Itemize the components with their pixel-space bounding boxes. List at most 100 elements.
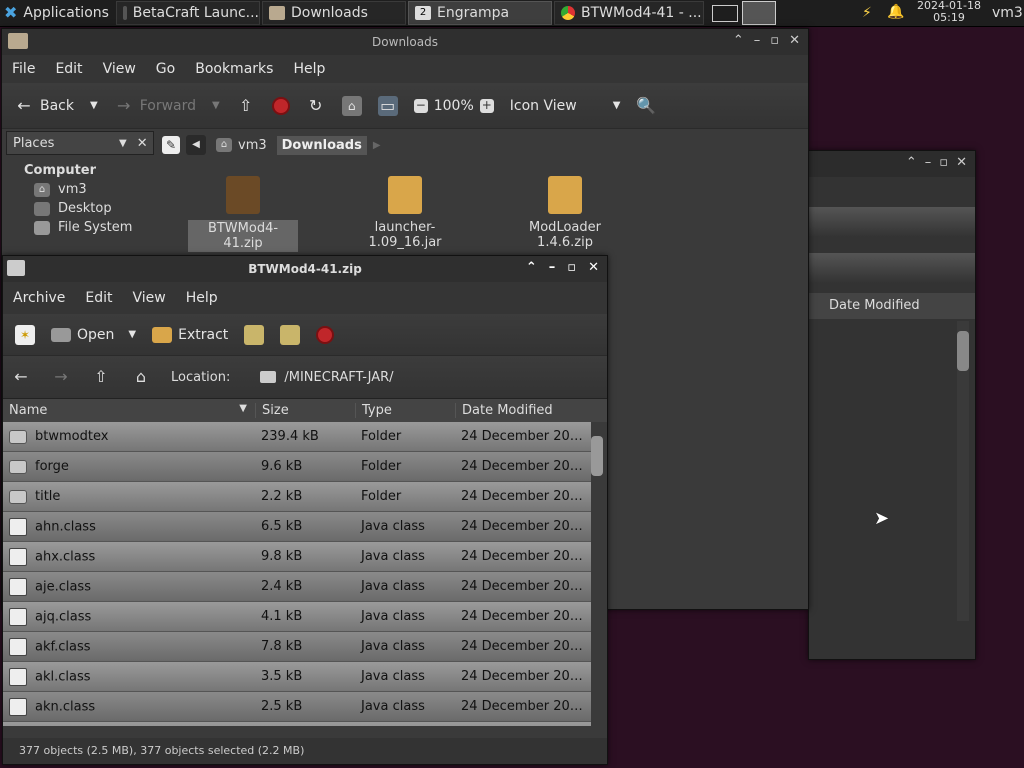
- row-date: 24 December 2012...: [461, 459, 591, 474]
- menu-view[interactable]: View: [123, 290, 176, 306]
- folder-icon: [9, 429, 27, 444]
- close-icon[interactable]: ✕: [956, 155, 967, 170]
- table-row[interactable]: akf.class 7.8 kB Java class 24 December 201…: [3, 632, 591, 662]
- task-engrampa[interactable]: 2 Engrampa: [408, 1, 552, 25]
- breadcrumb-vm3[interactable]: ⌂ vm3: [212, 138, 271, 153]
- forward-arrow-icon[interactable]: →: [51, 367, 71, 387]
- sidebar-item-vm3[interactable]: ⌂ vm3: [6, 178, 154, 197]
- workspace-1[interactable]: [712, 5, 738, 22]
- row-type: Java class: [361, 579, 425, 594]
- applications-menu[interactable]: ✖ Applications: [4, 3, 109, 22]
- menu-bookmarks[interactable]: Bookmarks: [185, 61, 283, 77]
- clock[interactable]: 2024-01-18 05:19: [916, 0, 982, 24]
- file-item[interactable]: launcher-1.09_16.jar: [340, 176, 470, 250]
- chevron-down-icon[interactable]: ▼: [212, 100, 220, 111]
- minimize-icon[interactable]: –: [549, 260, 556, 275]
- zoom-in-icon[interactable]: +: [479, 98, 494, 113]
- breadcrumb-left-arrow[interactable]: ◀: [186, 135, 206, 155]
- table-row[interactable]: ajq.class 4.1 kB Java class 24 December 201…: [3, 602, 591, 632]
- open-button[interactable]: Open ▼: [43, 327, 144, 343]
- column-name[interactable]: Name ▼: [3, 403, 255, 418]
- maximize-icon[interactable]: ▫: [770, 33, 779, 48]
- computer-button[interactable]: ▭: [370, 95, 406, 116]
- user-label[interactable]: vm3: [992, 5, 1023, 21]
- notification-bell-icon[interactable]: 🔔: [887, 4, 904, 20]
- menu-archive[interactable]: Archive: [3, 290, 75, 306]
- workspace-2[interactable]: [742, 1, 776, 25]
- minimize-icon[interactable]: –: [925, 155, 932, 170]
- file-item[interactable]: ModLoader 1.4.6.zip: [500, 176, 630, 250]
- chevron-down-icon[interactable]: ▼: [90, 100, 98, 111]
- table-row[interactable]: akl.class 3.5 kB Java class 24 December 201…: [3, 662, 591, 692]
- minimize-icon[interactable]: –: [754, 33, 761, 48]
- zoom-control[interactable]: − 100% +: [406, 98, 502, 114]
- task-browser[interactable]: BTWMod4-41 - ...: [554, 1, 704, 25]
- home-button[interactable]: ⌂: [334, 95, 370, 116]
- table-row[interactable]: akn.class 2.5 kB Java class 24 December 201…: [3, 692, 591, 722]
- table-row[interactable]: forge 9.6 kB Folder 24 December 2012...: [3, 452, 591, 482]
- table-row[interactable]: aku.class5.7 kBJava class24 December 201…: [3, 722, 591, 726]
- table-row[interactable]: ahn.class 6.5 kB Java class 24 December 201…: [3, 512, 591, 542]
- view-selector[interactable]: Icon View ▼: [502, 98, 629, 114]
- new-archive-button[interactable]: ✶: [7, 324, 43, 345]
- forward-label: Forward: [139, 97, 197, 114]
- window-shade-icon[interactable]: ⌃: [906, 155, 917, 170]
- breadcrumb-right-arrow[interactable]: ▶: [373, 140, 381, 151]
- network-icon[interactable]: ⚡: [862, 5, 872, 21]
- table-row[interactable]: ahx.class 9.8 kB Java class 24 December 201…: [3, 542, 591, 572]
- edit-location-icon[interactable]: ✎: [162, 136, 180, 154]
- home-icon[interactable]: ⌂: [131, 367, 151, 387]
- breadcrumb-downloads[interactable]: Downloads: [276, 135, 367, 155]
- close-icon[interactable]: ✕: [588, 260, 599, 275]
- row-date: 24 December 2012...: [461, 429, 591, 444]
- back-button[interactable]: ← Back ▼: [6, 96, 106, 116]
- window-shade-icon[interactable]: ⌃: [733, 33, 744, 48]
- close-sidebar-icon[interactable]: ✕: [137, 136, 148, 151]
- back-arrow-icon[interactable]: ←: [11, 367, 31, 387]
- up-button[interactable]: ⇧: [228, 96, 264, 116]
- row-date: 24 December 2012...: [461, 609, 591, 624]
- extract-button[interactable]: Extract: [144, 326, 236, 343]
- location-field[interactable]: /MINECRAFT-JAR/: [260, 370, 394, 385]
- menu-help[interactable]: Help: [283, 61, 335, 77]
- menu-edit[interactable]: Edit: [75, 290, 122, 306]
- search-button[interactable]: 🔍: [628, 96, 664, 116]
- window-shade-icon[interactable]: ⌃: [526, 260, 537, 275]
- task-betacraft[interactable]: BetaCraft Launc...: [116, 1, 260, 25]
- maximize-icon[interactable]: ▫: [939, 155, 948, 170]
- column-date-modified[interactable]: Date Modified: [809, 293, 975, 319]
- table-row[interactable]: btwmodtex 239.4 kB Folder 24 December 2012.…: [3, 422, 591, 452]
- menu-go[interactable]: Go: [146, 61, 185, 77]
- stop-button[interactable]: [264, 96, 298, 115]
- column-type[interactable]: Type: [355, 403, 455, 418]
- file-item[interactable]: BTWMod4-41.zip: [188, 176, 298, 252]
- forward-button[interactable]: → Forward ▼: [106, 96, 228, 116]
- up-arrow-icon[interactable]: ⇧: [91, 367, 111, 387]
- task-downloads[interactable]: Downloads: [262, 1, 406, 25]
- column-date[interactable]: Date Modified: [455, 403, 591, 418]
- menu-view[interactable]: View: [93, 61, 146, 77]
- menu-help[interactable]: Help: [176, 290, 228, 306]
- scrollbar[interactable]: [957, 321, 969, 621]
- add-files-button[interactable]: [236, 324, 272, 345]
- scrollbar-thumb[interactable]: [591, 436, 603, 476]
- add-folder-button[interactable]: [272, 324, 308, 345]
- column-size[interactable]: Size: [255, 403, 355, 418]
- table-row[interactable]: aje.class 2.4 kB Java class 24 December 201…: [3, 572, 591, 602]
- menu-file[interactable]: File: [2, 61, 45, 77]
- zoom-out-icon[interactable]: −: [413, 98, 428, 113]
- maximize-icon[interactable]: ▫: [567, 260, 576, 275]
- table-row[interactable]: title 2.2 kB Folder 24 December 2012...: [3, 482, 591, 512]
- close-icon[interactable]: ✕: [789, 33, 800, 48]
- add-files-icon: [244, 324, 265, 345]
- sidebar-item-desktop[interactable]: Desktop: [6, 197, 154, 216]
- row-size: 2.4 kB: [261, 579, 303, 594]
- sidebar-item-filesystem[interactable]: File System: [6, 216, 154, 235]
- open-icon: [51, 327, 71, 342]
- reload-button[interactable]: ↻: [298, 96, 334, 116]
- places-dropdown[interactable]: Places ▼ ✕: [6, 131, 154, 155]
- chevron-down-icon[interactable]: ▼: [128, 329, 136, 340]
- scrollbar[interactable]: [591, 428, 603, 734]
- menu-edit[interactable]: Edit: [45, 61, 92, 77]
- stop-button[interactable]: [308, 325, 342, 344]
